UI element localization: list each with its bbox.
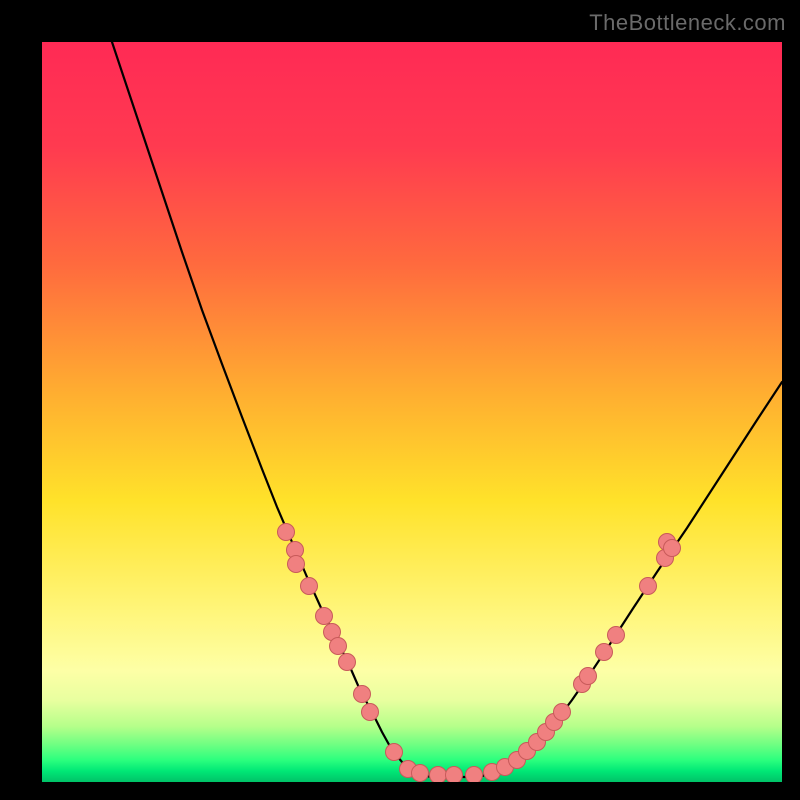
plot-area bbox=[42, 42, 782, 782]
highlight-dot bbox=[466, 767, 483, 783]
highlight-dots bbox=[278, 524, 681, 783]
highlight-dot bbox=[664, 540, 681, 557]
watermark-text: TheBottleneck.com bbox=[589, 10, 786, 36]
highlight-dot bbox=[580, 668, 597, 685]
highlight-dot bbox=[354, 686, 371, 703]
highlight-dot bbox=[339, 654, 356, 671]
highlight-dot bbox=[301, 578, 318, 595]
highlight-dot bbox=[288, 556, 305, 573]
highlight-dot bbox=[430, 767, 447, 783]
highlight-dot bbox=[316, 608, 333, 625]
highlight-dot bbox=[446, 767, 463, 783]
highlight-dot bbox=[330, 638, 347, 655]
dots-layer bbox=[42, 42, 782, 782]
highlight-dot bbox=[386, 744, 403, 761]
highlight-dot bbox=[640, 578, 657, 595]
highlight-dot bbox=[608, 627, 625, 644]
highlight-dot bbox=[362, 704, 379, 721]
highlight-dot bbox=[412, 765, 429, 782]
highlight-dot bbox=[278, 524, 295, 541]
highlight-dot bbox=[596, 644, 613, 661]
chart-frame: TheBottleneck.com bbox=[0, 0, 800, 800]
highlight-dot bbox=[554, 704, 571, 721]
